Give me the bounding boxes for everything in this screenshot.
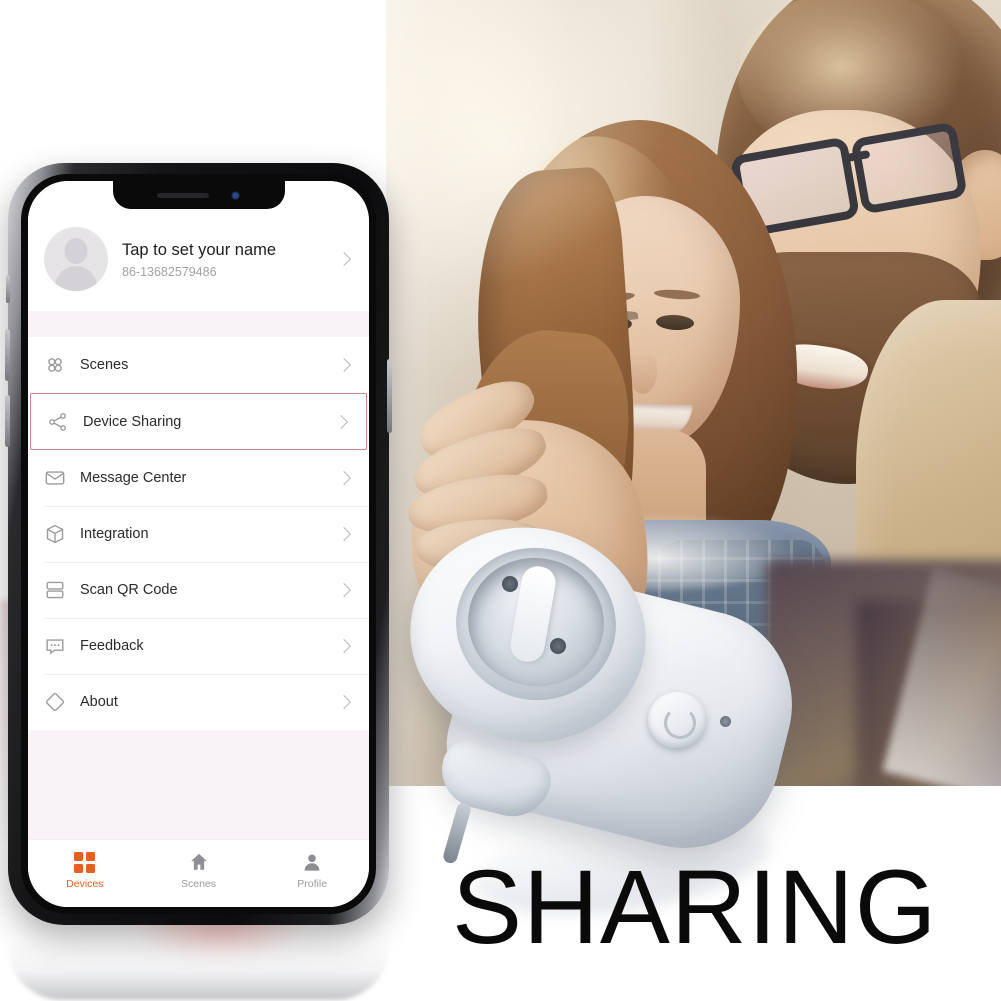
- section-divider-band: [28, 311, 369, 337]
- profile-text: Tap to set your name 86-13682579486: [122, 239, 325, 279]
- power-button[interactable]: [387, 359, 392, 433]
- speech-bubble-icon: [44, 635, 66, 657]
- person-icon: [301, 851, 323, 873]
- diamond-icon: [44, 691, 66, 713]
- phone-device: Tap to set your name 86-13682579486 Scen…: [5, 163, 392, 925]
- menu-item-label: Scan QR Code: [80, 582, 178, 598]
- grid-icon: [74, 851, 96, 873]
- chevron-right-icon: [336, 526, 352, 542]
- plug-socket-contact: [502, 576, 518, 592]
- share-icon: [47, 411, 69, 433]
- menu-item-scenes[interactable]: Scenes: [28, 337, 369, 393]
- silent-switch[interactable]: [6, 275, 10, 303]
- tab-label: Profile: [297, 878, 328, 890]
- poster-canvas: SHARING Tap to set your name 86-13682579…: [0, 0, 1001, 1001]
- volume-down-button[interactable]: [5, 395, 10, 447]
- menu-item-label: Scenes: [80, 357, 129, 373]
- tab-label: Devices: [66, 877, 104, 890]
- tab-profile[interactable]: Profile: [255, 851, 369, 890]
- menu-item-message-center[interactable]: Message Center: [28, 450, 369, 506]
- menu-item-feedback[interactable]: Feedback: [28, 618, 369, 674]
- volume-up-button[interactable]: [5, 329, 10, 381]
- woman-nose: [629, 350, 657, 394]
- menu-item-label: About: [80, 694, 118, 710]
- menu-item-about[interactable]: About: [28, 674, 369, 730]
- scan-icon: [44, 579, 66, 601]
- content-filler-band: [28, 730, 369, 839]
- avatar[interactable]: [44, 227, 108, 291]
- tab-label: Scenes: [180, 878, 217, 890]
- front-camera-icon: [231, 190, 240, 200]
- tab-scenes[interactable]: Scenes: [142, 851, 256, 890]
- chevron-right-icon: [336, 638, 352, 654]
- menu-item-scan-qr-code[interactable]: Scan QR Code: [28, 562, 369, 618]
- menu-item-label: Integration: [80, 526, 149, 542]
- plug-power-button: [648, 692, 706, 748]
- chevron-right-icon: [336, 357, 352, 373]
- phone-bezel: Tap to set your name 86-13682579486 Scen…: [21, 174, 376, 914]
- phone-notch: [112, 181, 285, 209]
- menu-item-label: Device Sharing: [83, 413, 182, 430]
- profile-phone: 86-13682579486: [122, 265, 217, 280]
- phone-screen: Tap to set your name 86-13682579486 Scen…: [28, 181, 369, 907]
- headline-sharing: SHARING: [452, 849, 938, 966]
- settings-menu: Scenes Device Sharing Message Center Int…: [28, 337, 369, 730]
- chevron-right-icon: [336, 470, 352, 486]
- chevron-right-icon: [336, 251, 352, 267]
- cube-icon: [44, 523, 66, 545]
- menu-item-label: Message Center: [80, 470, 187, 486]
- menu-item-label: Feedback: [80, 638, 144, 654]
- plug-socket-contact: [550, 638, 566, 654]
- chevron-right-icon: [336, 694, 352, 710]
- scenes-icon: [44, 354, 66, 376]
- chevron-right-icon: [333, 414, 349, 429]
- menu-item-integration[interactable]: Integration: [28, 506, 369, 562]
- tab-devices[interactable]: Devices: [28, 851, 142, 890]
- envelope-icon: [44, 467, 66, 489]
- plug-led-indicator: [720, 716, 731, 727]
- bottom-tab-bar: Devices Scenes Profile: [28, 839, 369, 907]
- menu-item-device-sharing[interactable]: Device Sharing: [30, 393, 367, 450]
- profile-name: Tap to set your name: [122, 240, 277, 259]
- chevron-right-icon: [336, 582, 352, 598]
- phone-reflection: [8, 928, 389, 1000]
- home-icon: [188, 851, 210, 873]
- speaker-slot-icon: [157, 192, 209, 198]
